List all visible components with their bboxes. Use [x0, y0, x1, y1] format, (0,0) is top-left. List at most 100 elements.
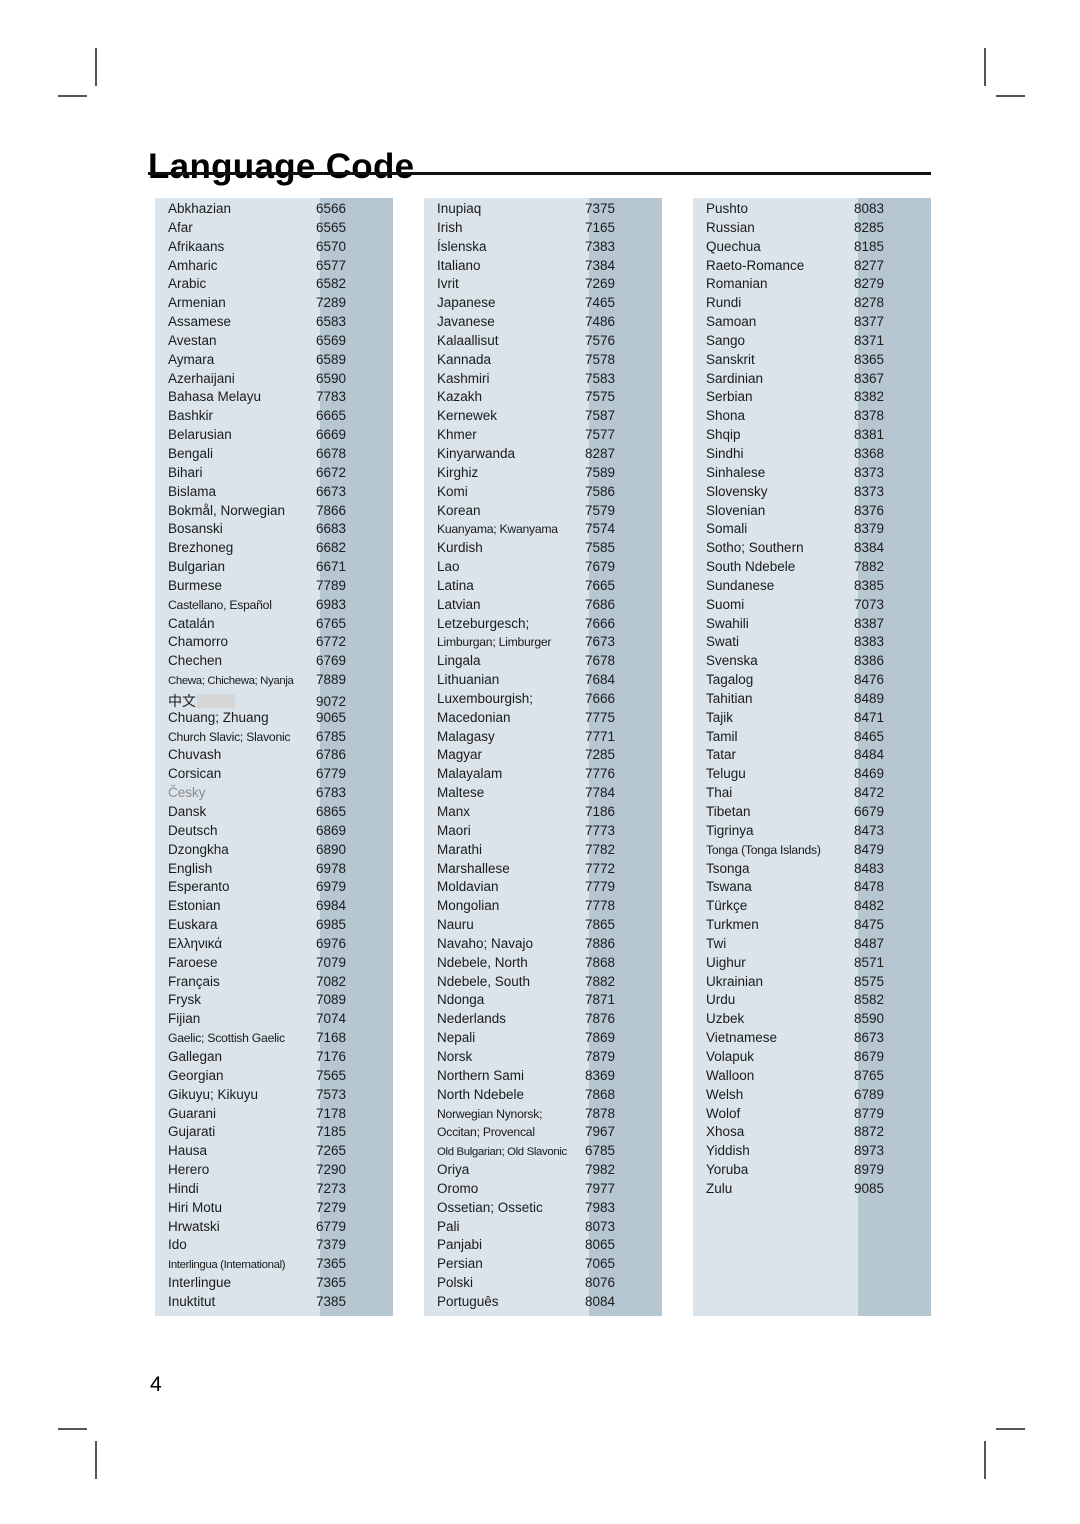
- table-row: Hrwatski 6779: [155, 1219, 393, 1238]
- language-code: 8476: [854, 672, 885, 688]
- language-code: 8471: [854, 709, 885, 725]
- language-code: 6565: [316, 219, 347, 235]
- table-row: Chamorro 6772: [155, 634, 393, 653]
- table-row: Kazakh 7575: [424, 389, 662, 408]
- language-code: 7778: [585, 898, 616, 914]
- language-column: Inupiaq 7375 Irish 7165 Íslenska 7383 Italiano…: [424, 198, 662, 1316]
- language-name: Corsican: [168, 766, 222, 782]
- language-code: 7779: [585, 879, 616, 895]
- language-name: Interlingue: [168, 1275, 232, 1291]
- language-name: Navaho; Navajo: [437, 935, 534, 951]
- language-name: Catalán: [168, 615, 215, 631]
- table-row: Interlingue 7365: [155, 1275, 393, 1294]
- language-name: Malayalam: [437, 766, 503, 782]
- language-name: Lithuanian: [437, 672, 500, 688]
- table-row: Tonga (Tonga Islands) 8479: [693, 842, 931, 861]
- language-code: 6582: [316, 276, 347, 292]
- language-code: 8083: [854, 201, 885, 216]
- language-code: 6590: [316, 370, 347, 386]
- language-code: 8571: [854, 954, 885, 970]
- language-code: 8387: [854, 615, 885, 631]
- table-row: Telugu 8469: [693, 766, 931, 785]
- language-code: 6669: [316, 427, 347, 443]
- table-row: Wolof 8779: [693, 1106, 931, 1125]
- language-name: Chuvash: [168, 747, 222, 763]
- table-row: Inupiaq 7375: [424, 201, 662, 220]
- table-row: Türkçe 8482: [693, 898, 931, 917]
- crop-mark-bottom-left-horizontal: [58, 1428, 87, 1430]
- table-row: Khmer 7577: [424, 427, 662, 446]
- language-name: Kannada: [437, 351, 492, 367]
- language-name: North Ndebele: [437, 1086, 525, 1102]
- language-name: Italiano: [437, 257, 481, 273]
- table-row: Lithuanian 7684: [424, 672, 662, 691]
- language-code: 8376: [854, 502, 885, 518]
- language-name: Deutsch: [168, 822, 218, 838]
- table-row: Macedonian 7775: [424, 710, 662, 729]
- table-row: Quechua 8185: [693, 239, 931, 258]
- table-row: Afrikaans 6570: [155, 239, 393, 258]
- language-code: 6984: [316, 898, 347, 914]
- language-name: Tamil: [706, 728, 738, 744]
- table-row: Hausa 7265: [155, 1143, 393, 1162]
- table-row: Euskara 6985: [155, 917, 393, 936]
- language-code: 7273: [316, 1180, 347, 1196]
- table-row: Brezhoneg 6682: [155, 540, 393, 559]
- language-code: 6673: [316, 483, 347, 499]
- language-name: Arabic: [168, 276, 207, 292]
- language-code: 7089: [316, 992, 347, 1008]
- table-row: Komi 7586: [424, 484, 662, 503]
- language-name: Moldavian: [437, 879, 499, 895]
- language-code: 7279: [316, 1199, 347, 1215]
- table-row: Castellano, Español 6983: [155, 597, 393, 616]
- language-code: 8377: [854, 314, 885, 330]
- language-code: 9072: [316, 693, 347, 709]
- language-code: 7776: [585, 766, 616, 782]
- table-row: Samoan 8377: [693, 314, 931, 333]
- table-row: Swahili 8387: [693, 616, 931, 635]
- language-name: Brezhoneg: [168, 540, 234, 556]
- language-name: Frysk: [168, 992, 201, 1008]
- language-code: 8979: [854, 1162, 885, 1178]
- language-name: Ndebele, South: [437, 973, 531, 989]
- language-name: Kinyarwanda: [437, 445, 516, 461]
- language-code: 6769: [316, 653, 347, 669]
- language-code: 7379: [316, 1237, 347, 1253]
- language-code: 8365: [854, 351, 885, 367]
- language-code: 7265: [316, 1143, 347, 1159]
- language-code: 7775: [585, 709, 616, 725]
- language-code: 6865: [316, 804, 347, 819]
- table-row: Azerhaijani 6590: [155, 371, 393, 390]
- table-row: Pushto 8083: [693, 201, 931, 220]
- language-name: Sango: [706, 332, 746, 348]
- table-row: Romanian 8279: [693, 276, 931, 295]
- table-row: Panjabi 8065: [424, 1237, 662, 1256]
- crop-mark-top-left-vertical: [95, 48, 97, 86]
- language-name: Latina: [437, 577, 474, 593]
- language-code: 8285: [854, 219, 885, 235]
- table-row: Ndonga 7871: [424, 992, 662, 1011]
- page-title: Language Code: [148, 147, 415, 187]
- table-row: Serbian 8382: [693, 389, 931, 408]
- language-name: Welsh: [706, 1086, 744, 1102]
- table-row: Sindhi 8368: [693, 446, 931, 465]
- language-code: 6869: [316, 822, 347, 838]
- table-row: 中文 9072: [155, 691, 393, 710]
- table-row: Xhosa 8872: [693, 1124, 931, 1143]
- language-code: 7684: [585, 672, 616, 688]
- table-row: Ndebele, North 7868: [424, 955, 662, 974]
- language-name: Old Bulgarian; Old Slavonic: [437, 1146, 567, 1159]
- language-code: 7178: [316, 1105, 347, 1121]
- language-code: 8765: [854, 1067, 885, 1083]
- language-code: 7185: [316, 1124, 347, 1140]
- language-code: 8371: [854, 332, 885, 348]
- table-row: Sango 8371: [693, 333, 931, 352]
- language-code: 6779: [316, 766, 347, 782]
- language-name: Vietnamese: [706, 1030, 778, 1046]
- language-code: 7285: [585, 747, 616, 763]
- table-row: Welsh 6789: [693, 1087, 931, 1106]
- language-code: 7782: [585, 841, 616, 857]
- language-name: Khmer: [437, 427, 477, 443]
- table-row: North Ndebele 7868: [424, 1087, 662, 1106]
- language-name: Norsk: [437, 1048, 473, 1064]
